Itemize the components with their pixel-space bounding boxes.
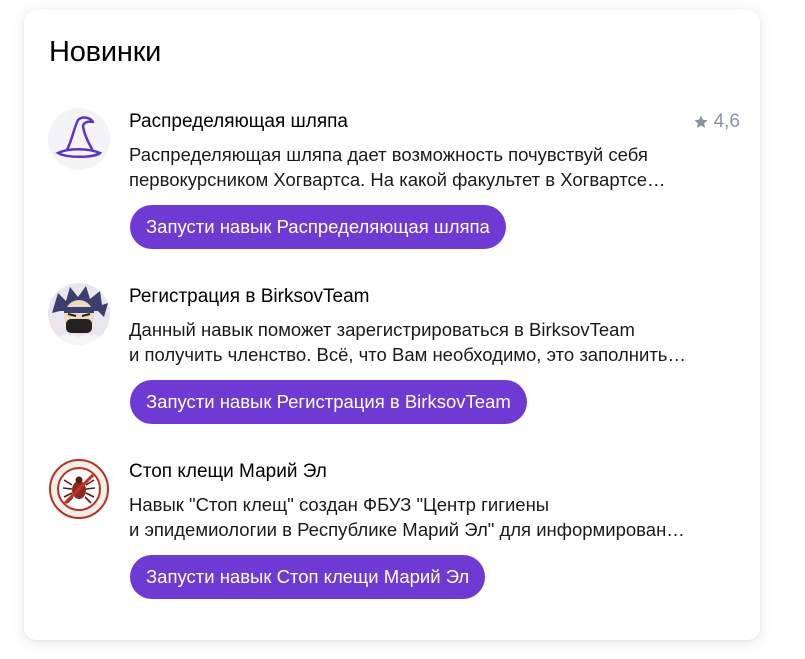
skill-item-sorting-hat[interactable]: Распределяющая шляпа 4,6 Распределяющая … [48, 108, 740, 268]
section-title: Новинки [49, 36, 162, 68]
description-line: и получить членство. Всё, что Вам необхо… [129, 344, 686, 365]
description-line: Навык "Стоп клещ" создан ФБУЗ "Центр гиг… [129, 494, 550, 515]
skill-title[interactable]: Регистрация в BirksovTeam [129, 286, 369, 308]
skill-description: Навык "Стоп клещ" создан ФБУЗ "Центр гиг… [129, 492, 739, 542]
rating-value: 4,6 [713, 111, 740, 132]
skill-item-birksovteam[interactable]: Регистрация в BirksovTeam Данный навык п… [48, 283, 738, 443]
skill-title[interactable]: Распределяющая шляпа [129, 111, 348, 133]
description-line: и эпидемиологии в Республике Марий Эл" д… [129, 519, 685, 540]
description-line: первокурсником Хогвартса. На какой факул… [129, 169, 666, 190]
tick-stop-emblem [48, 458, 110, 520]
anime-character-avatar [48, 283, 110, 345]
wizard-hat-icon [48, 108, 110, 170]
description-line: Данный навык поможет зарегистрироваться … [129, 319, 635, 340]
launch-skill-button[interactable]: Запусти навык Регистрация в BirksovTeam [130, 380, 527, 424]
skill-item-stop-ticks[interactable]: Стоп клещи Марий Эл Навык "Стоп клещ" со… [48, 458, 738, 618]
skill-rating: 4,6 [693, 111, 740, 133]
launch-skill-button[interactable]: Запусти навык Стоп клещи Марий Эл [130, 555, 486, 599]
skill-description: Данный навык поможет зарегистрироваться … [129, 317, 739, 367]
new-skills-card: Новинки Распределяющая шляпа 4,6 Распред… [24, 10, 760, 640]
skill-title[interactable]: Стоп клещи Марий Эл [129, 461, 327, 483]
description-line: Распределяющая шляпа дает возможность по… [129, 144, 648, 165]
launch-skill-button[interactable]: Запусти навык Распределяющая шляпа [130, 205, 506, 249]
skill-description: Распределяющая шляпа дает возможность по… [129, 142, 739, 192]
star-icon [693, 114, 709, 130]
